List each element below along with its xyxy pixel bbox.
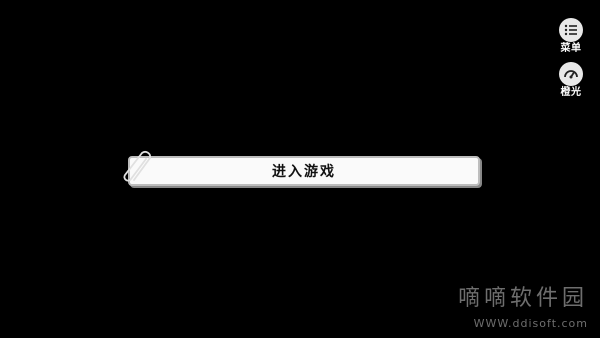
watermark-url: WWW.ddisoft.com bbox=[473, 317, 588, 330]
menu-label: 菜单 bbox=[560, 43, 582, 54]
enter-game-button[interactable]: 进入游戏 bbox=[128, 156, 480, 186]
enter-game-label: 进入游戏 bbox=[272, 164, 336, 180]
menu-button[interactable]: 菜单 bbox=[556, 18, 586, 54]
watermark: 嘀嘀软件园 WWW.ddisoft.com bbox=[458, 285, 588, 330]
orange-light-icon bbox=[559, 62, 583, 86]
enter-game-area: 进入游戏 bbox=[120, 150, 480, 186]
orange-light-label: 橙光 bbox=[560, 87, 582, 98]
paperclip-icon bbox=[123, 151, 151, 182]
watermark-name: 嘀嘀软件园 bbox=[457, 286, 588, 311]
menu-icon bbox=[559, 18, 583, 42]
orange-light-button[interactable]: 橙光 bbox=[556, 62, 586, 98]
